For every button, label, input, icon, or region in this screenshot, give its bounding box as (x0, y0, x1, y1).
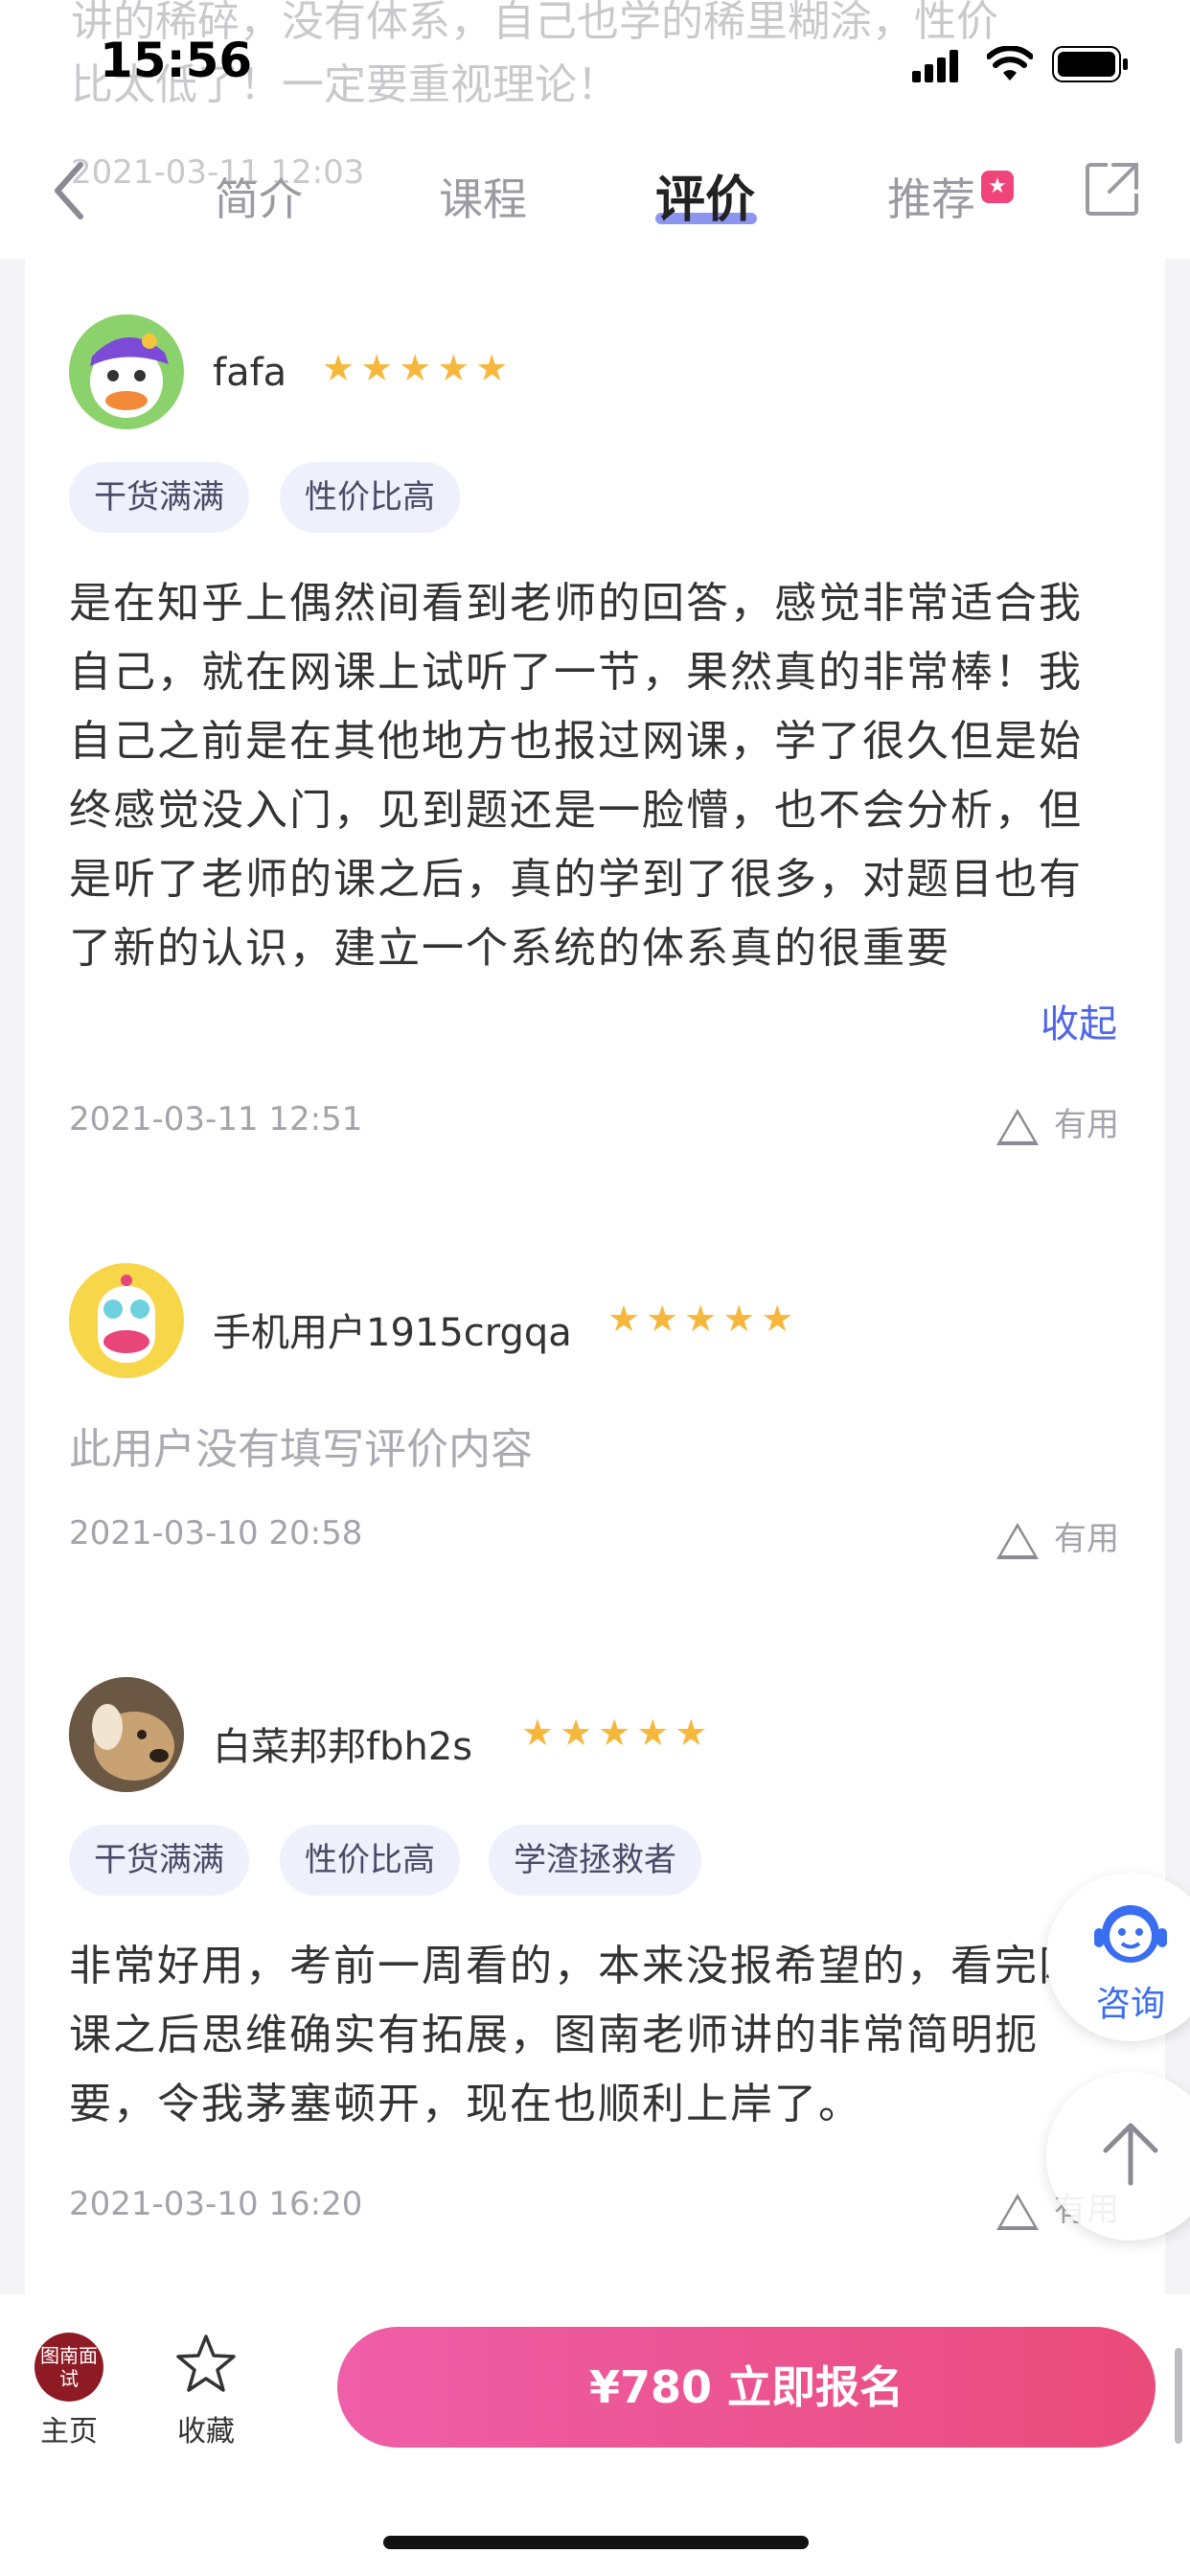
reviewer-name: 手机用户1915crgqa (213, 1311, 572, 1355)
enroll-button[interactable]: ¥780 立即报名 (337, 2327, 1156, 2448)
avatar (69, 1263, 184, 1378)
status-time: 15:56 (100, 33, 253, 88)
battery-icon (1052, 46, 1128, 82)
brand-logo: 图南面试 (34, 2333, 103, 2402)
rating-stars: ★★★★★ (607, 1298, 800, 1340)
tab-course[interactable]: 课程 (439, 165, 527, 228)
rating-stars: ★★★★★ (521, 1712, 714, 1754)
tab-recommend[interactable]: 推荐 (887, 165, 975, 228)
review-tag: 性价比高 (280, 1825, 460, 1896)
wifi-icon (987, 46, 1033, 80)
review-date: 2021-03-11 12:51 (69, 1100, 363, 1138)
arrow-up-icon (1103, 2123, 1158, 2186)
useful-icon (996, 1522, 1039, 1559)
review-date: 2021-03-10 20:58 (69, 1514, 363, 1552)
useful-icon (996, 2193, 1039, 2230)
favorite-label[interactable]: 收藏 (163, 2407, 249, 2450)
home-label[interactable]: 主页 (34, 2407, 103, 2450)
collapse-link[interactable]: 收起 (1041, 993, 1117, 1048)
dog-photo-avatar-icon (69, 1677, 184, 1792)
scrollbar[interactable] (1175, 2348, 1182, 2444)
review-tag: 干货满满 (69, 462, 249, 533)
consult-label: 咨询 (1095, 1985, 1165, 2024)
cartoon-avatar-icon (98, 1275, 155, 1363)
reviewer-name: fafa (213, 351, 287, 395)
top-bar: 讲的稀碎，没有体系，自己也学的稀里糊涂，性价 比太低了！一定要重视理论！ 202… (0, 0, 1190, 259)
useful-button[interactable]: 有用 (996, 1098, 1119, 1145)
review-tag: 学渣拯救者 (489, 1825, 701, 1896)
recommend-badge-icon: ★ (981, 171, 1014, 203)
back-icon[interactable] (50, 161, 88, 220)
useful-icon (996, 1108, 1039, 1145)
home-indicator[interactable] (383, 2536, 809, 2549)
useful-button[interactable]: 有用 (996, 1512, 1119, 1559)
review-tag: 干货满满 (69, 1825, 249, 1896)
tab-intro[interactable]: 简介 (215, 165, 303, 228)
rating-stars: ★★★★★ (322, 347, 515, 389)
star-outline-icon[interactable] (174, 2333, 238, 2396)
review-text: 是在知乎上偶然间看到老师的回答，感觉非常适合我自己，就在网课上试听了一节，果然真… (69, 579, 1083, 973)
share-icon[interactable] (1085, 161, 1140, 217)
duck-avatar-icon (90, 334, 169, 418)
signal-icon (912, 50, 958, 82)
avatar (69, 1677, 184, 1792)
review-text: 非常好用，考前一周看的，本来没报希望的，看完网课之后思维确实有拓展，图南老师讲的… (69, 1942, 1083, 2128)
avatar (69, 314, 184, 429)
reviewer-name: 白菜邦邦fbh2s (213, 1725, 473, 1769)
review-tag: 性价比高 (280, 462, 460, 533)
empty-review-text: 此用户没有填写评价内容 (69, 1425, 533, 1474)
customer-service-icon (1094, 1905, 1167, 1963)
tab-reviews[interactable]: 评价 (655, 159, 755, 231)
review-date: 2021-03-10 16:20 (69, 2185, 363, 2223)
